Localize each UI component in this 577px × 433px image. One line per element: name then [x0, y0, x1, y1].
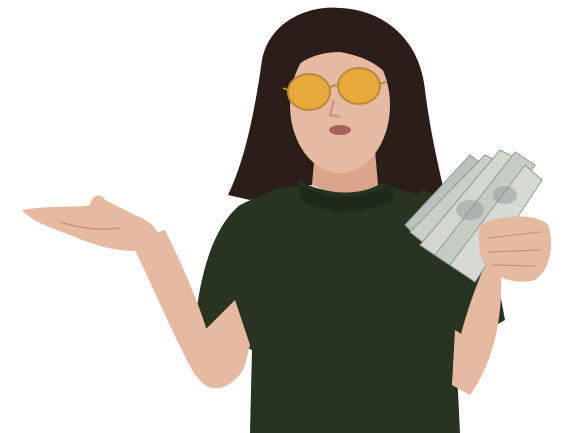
mouth [329, 125, 351, 135]
photo-scene [0, 0, 577, 433]
right-upper-arm-edge [452, 330, 470, 395]
